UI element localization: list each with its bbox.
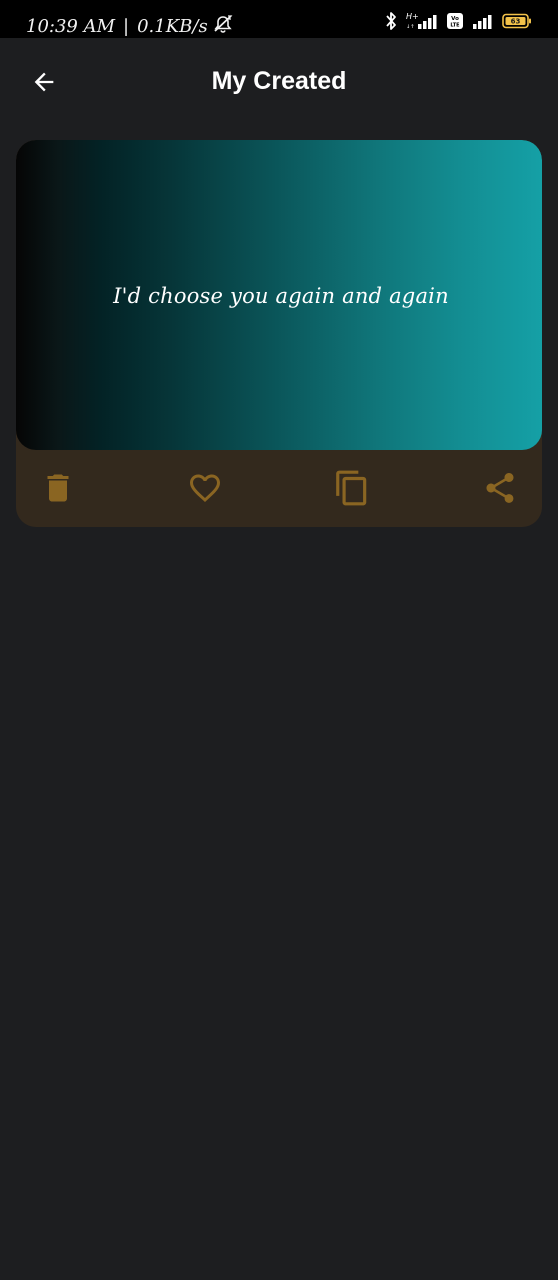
status-right: H+ ↓↑ Vo LTE 63 <box>384 10 532 32</box>
app-bar: My Created <box>0 38 558 124</box>
status-network-speed: 0.1KB/s <box>137 15 208 37</box>
quote-image[interactable]: I'd choose you again and again <box>16 140 542 450</box>
page-title: My Created <box>211 67 347 95</box>
delete-button[interactable] <box>36 466 80 510</box>
favorite-button[interactable] <box>183 466 227 510</box>
battery-icon: 63 <box>502 13 532 29</box>
status-bar: 10:39 AM | 0.1KB/s H+ ↓↑ Vo LTE 63 <box>0 0 558 38</box>
volte-icon: Vo LTE <box>446 12 464 30</box>
heart-icon <box>190 474 220 503</box>
svg-text:LTE: LTE <box>450 23 460 29</box>
quote-text: I'd choose you again and again <box>113 284 449 308</box>
svg-text:Vo: Vo <box>451 16 459 22</box>
copy-button[interactable] <box>330 466 374 510</box>
svg-text:↓↑: ↓↑ <box>406 24 414 30</box>
trash-icon <box>47 474 69 502</box>
screen: 10:39 AM | 0.1KB/s H+ ↓↑ Vo LTE 63 My Cr… <box>0 0 558 1280</box>
share-icon <box>486 473 514 503</box>
status-time: 10:39 AM <box>26 15 116 37</box>
card-action-bar <box>16 450 542 527</box>
share-button[interactable] <box>478 466 522 510</box>
signal-strength-icon-2 <box>472 11 494 31</box>
copy-icon <box>336 470 367 506</box>
battery-level: 63 <box>511 18 521 26</box>
bluetooth-icon <box>384 11 398 31</box>
status-separator: | <box>123 15 130 37</box>
quote-card: I'd choose you again and again <box>16 140 542 527</box>
muted-alarm-icon <box>212 14 234 39</box>
network-type-label: H+ <box>406 12 419 21</box>
signal-strength-icon: H+ ↓↑ <box>406 11 438 31</box>
status-left: 10:39 AM | 0.1KB/s <box>26 14 234 39</box>
